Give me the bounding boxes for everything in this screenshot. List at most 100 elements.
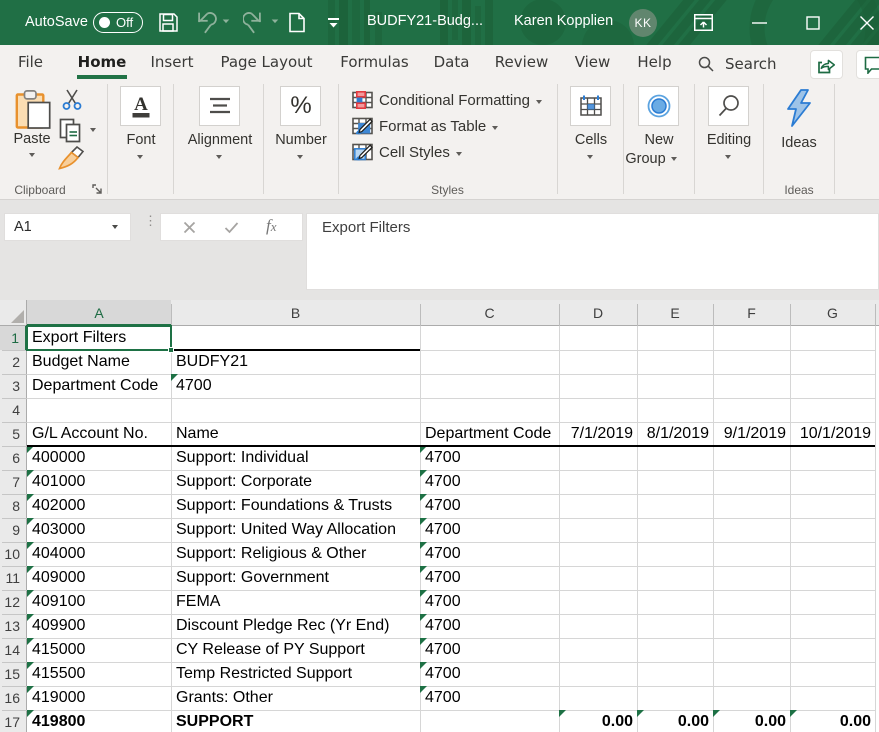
row-header-16[interactable]: 16 [0,686,27,710]
column-header-A[interactable]: A [27,300,171,326]
cell-C6[interactable]: 4700 [420,446,559,470]
share-button[interactable] [810,50,843,79]
maximize-button[interactable] [790,0,836,45]
cell-A10[interactable]: 404000 [27,542,171,566]
save-icon[interactable] [158,12,179,33]
cell-B15[interactable]: Temp Restricted Support [171,662,420,686]
cell-A16[interactable]: 419000 [27,686,171,710]
cell-B13[interactable]: Discount Pledge Rec (Yr End) [171,614,420,638]
cell-B9[interactable]: Support: United Way Allocation [171,518,420,542]
user-name[interactable]: Karen Kopplien [514,13,613,29]
row-header-11[interactable]: 11 [0,566,27,590]
cell-A7[interactable]: 401000 [27,470,171,494]
column-header-F[interactable]: F [713,300,790,326]
tab-insert[interactable]: Insert [149,45,195,82]
cell-A11[interactable]: 409000 [27,566,171,590]
row-header-13[interactable]: 13 [0,614,27,638]
cell-C12[interactable]: 4700 [420,590,559,614]
row-header-9[interactable]: 9 [0,518,27,542]
format-as-table-button[interactable]: Format as Table [352,115,498,137]
new-group-button[interactable] [638,86,679,126]
tab-help[interactable]: Help [637,45,672,82]
cell-B10[interactable]: Support: Religious & Other [171,542,420,566]
cell-B6[interactable]: Support: Individual [171,446,420,470]
cell-E5[interactable]: 8/1/2019 [637,422,713,446]
cell-A15[interactable]: 415500 [27,662,171,686]
cell-B16[interactable]: Grants: Other [171,686,420,710]
column-header-C[interactable]: C [420,300,559,326]
row-header-1[interactable]: 1 [0,326,27,350]
cell-G17[interactable]: 0.00 [790,710,875,732]
cell-B8[interactable]: Support: Foundations & Trusts [171,494,420,518]
row-header-10[interactable]: 10 [0,542,27,566]
redo-icon[interactable] [243,12,279,34]
cell-C11[interactable]: 4700 [420,566,559,590]
format-painter-icon[interactable] [58,146,84,170]
cell-C7[interactable]: 4700 [420,470,559,494]
column-header-B[interactable]: B [171,300,420,326]
row-header-12[interactable]: 12 [0,590,27,614]
cell-F5[interactable]: 9/1/2019 [713,422,790,446]
tab-data[interactable]: Data [433,45,470,82]
cell-C10[interactable]: 4700 [420,542,559,566]
row-header-6[interactable]: 6 [0,446,27,470]
cell-C8[interactable]: 4700 [420,494,559,518]
enter-icon[interactable] [224,221,239,234]
cell-C15[interactable]: 4700 [420,662,559,686]
ideas-button[interactable]: Ideas [775,87,823,153]
tab-review[interactable]: Review [494,45,549,82]
cell-A2[interactable]: Budget Name [27,350,171,374]
paste-button[interactable]: Paste [10,87,54,159]
tab-home[interactable]: Home [77,45,127,82]
row-header-17[interactable]: 17 [0,710,27,732]
cell-B3[interactable]: 4700 [171,374,420,398]
cell-B12[interactable]: FEMA [171,590,420,614]
insert-function-icon[interactable]: fx [266,216,277,236]
conditional-formatting-button[interactable]: Conditional Formatting [352,89,542,111]
tab-view[interactable]: View [574,45,611,82]
qat-customize-icon[interactable] [328,17,339,28]
fill-handle[interactable] [168,347,174,353]
cell-B17[interactable]: SUPPORT [171,710,420,732]
cell-A14[interactable]: 415000 [27,638,171,662]
cell-A6[interactable]: 400000 [27,446,171,470]
row-header-7[interactable]: 7 [0,470,27,494]
row-header-8[interactable]: 8 [0,494,27,518]
cut-icon[interactable] [61,89,83,111]
number-group-button[interactable]: % [280,86,321,126]
close-button[interactable] [844,0,879,45]
row-header-15[interactable]: 15 [0,662,27,686]
cell-B11[interactable]: Support: Government [171,566,420,590]
new-document-icon[interactable] [288,12,306,33]
column-header-E[interactable]: E [637,300,713,326]
cell-E17[interactable]: 0.00 [637,710,713,732]
search-box[interactable]: Search [698,45,777,82]
cell-C16[interactable]: 4700 [420,686,559,710]
cells-group-button[interactable] [570,86,611,126]
user-avatar[interactable]: KK [629,9,657,37]
cell-A12[interactable]: 409100 [27,590,171,614]
undo-icon[interactable] [194,12,230,34]
clipboard-dialog-launcher-icon[interactable] [92,184,103,195]
formula-input[interactable]: Export Filters [306,213,879,290]
cell-D5[interactable]: 7/1/2019 [559,422,637,446]
alignment-group-button[interactable] [199,86,240,126]
tab-formulas[interactable]: Formulas [339,45,410,82]
row-header-2[interactable]: 2 [0,350,27,374]
row-header-14[interactable]: 14 [0,638,27,662]
cell-A13[interactable]: 409900 [27,614,171,638]
font-group-button[interactable]: A [120,86,161,126]
cell-B14[interactable]: CY Release of PY Support [171,638,420,662]
select-all-button[interactable] [0,300,27,326]
copy-dropdown-icon[interactable] [90,128,96,132]
cell-A9[interactable]: 403000 [27,518,171,542]
row-header-4[interactable]: 4 [0,398,27,422]
cell-B5[interactable]: Name [171,422,420,446]
cell-C5[interactable]: Department Code [420,422,559,446]
formula-bar-drag-dots[interactable]: ⋮ [144,218,148,236]
cell-B7[interactable]: Support: Corporate [171,470,420,494]
column-header-D[interactable]: D [559,300,637,326]
tab-page-layout[interactable]: Page Layout [219,45,314,82]
row-header-3[interactable]: 3 [0,374,27,398]
comments-button[interactable] [856,50,879,79]
